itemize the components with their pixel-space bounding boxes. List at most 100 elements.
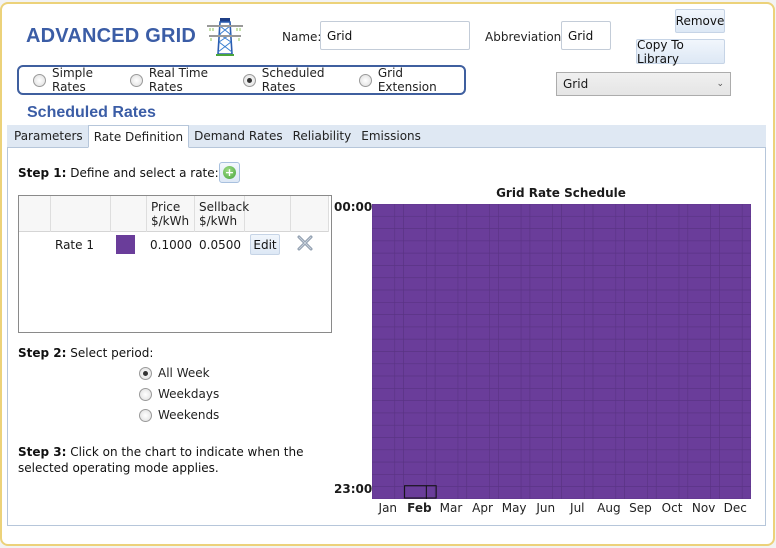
schedule-cell[interactable]: [498, 400, 531, 414]
schedule-cell[interactable]: [466, 461, 499, 475]
schedule-cell[interactable]: [403, 240, 436, 254]
schedule-cell[interactable]: [655, 363, 689, 377]
month-label-feb[interactable]: Feb: [407, 501, 431, 515]
schedule-cell[interactable]: [372, 240, 404, 254]
schedule-cell[interactable]: [529, 412, 562, 426]
schedule-cell[interactable]: [434, 412, 468, 426]
schedule-cell[interactable]: [561, 461, 594, 475]
schedule-cell[interactable]: [403, 449, 436, 463]
schedule-cell[interactable]: [687, 302, 720, 315]
name-input[interactable]: Grid: [320, 21, 470, 50]
schedule-cell[interactable]: [434, 314, 468, 328]
month-label-jan[interactable]: Jan: [379, 501, 398, 515]
tab-emissions[interactable]: Emissions: [356, 125, 426, 147]
schedule-cell[interactable]: [719, 375, 751, 389]
schedule-cell[interactable]: [403, 252, 436, 266]
schedule-cell[interactable]: [434, 265, 468, 279]
month-label-oct[interactable]: Oct: [662, 501, 683, 515]
schedule-cell[interactable]: [561, 252, 594, 266]
schedule-cell[interactable]: [719, 412, 751, 426]
schedule-cell[interactable]: [592, 289, 625, 303]
schedule-cell[interactable]: [655, 265, 689, 279]
schedule-cell[interactable]: [498, 375, 531, 389]
schedule-cell[interactable]: [372, 375, 404, 389]
schedule-cell[interactable]: [687, 289, 720, 303]
delete-icon[interactable]: [297, 235, 313, 251]
schedule-cell[interactable]: [434, 363, 468, 377]
schedule-cell[interactable]: [561, 314, 594, 328]
radio-simple-rates[interactable]: Simple Rates: [33, 66, 119, 94]
rate-schedule-heatmap[interactable]: [372, 204, 751, 499]
schedule-cell[interactable]: [529, 302, 562, 315]
month-label-sep[interactable]: Sep: [629, 501, 652, 515]
schedule-cell[interactable]: [372, 412, 404, 426]
schedule-cell[interactable]: [624, 228, 657, 242]
schedule-cell[interactable]: [529, 326, 562, 340]
schedule-cell[interactable]: [529, 351, 562, 365]
schedule-cell[interactable]: [372, 388, 404, 401]
schedule-cell[interactable]: [592, 351, 625, 365]
schedule-cell[interactable]: [561, 277, 594, 291]
schedule-cell[interactable]: [655, 351, 689, 365]
schedule-cell[interactable]: [655, 204, 689, 217]
month-label-apr[interactable]: Apr: [472, 501, 493, 515]
schedule-cell[interactable]: [624, 437, 657, 451]
schedule-cell[interactable]: [498, 412, 531, 426]
schedule-cell[interactable]: [529, 338, 562, 352]
schedule-cell[interactable]: [466, 486, 499, 499]
schedule-cell[interactable]: [624, 215, 657, 229]
schedule-cell[interactable]: [687, 412, 720, 426]
schedule-cell[interactable]: [498, 486, 531, 499]
schedule-cell[interactable]: [434, 375, 468, 389]
schedule-cell[interactable]: [592, 388, 625, 401]
schedule-cell[interactable]: [466, 437, 499, 451]
schedule-cell[interactable]: [466, 474, 499, 488]
schedule-cell[interactable]: [529, 252, 562, 266]
schedule-cell[interactable]: [561, 412, 594, 426]
schedule-cell[interactable]: [466, 424, 499, 438]
schedule-cell[interactable]: [561, 388, 594, 401]
schedule-cell[interactable]: [561, 486, 594, 499]
schedule-cell[interactable]: [719, 204, 751, 217]
schedule-cell[interactable]: [403, 302, 436, 315]
tab-demand-rates[interactable]: Demand Rates: [189, 125, 287, 147]
schedule-cell[interactable]: [655, 375, 689, 389]
schedule-cell[interactable]: [372, 277, 404, 291]
schedule-cell[interactable]: [434, 302, 468, 315]
schedule-cell[interactable]: [434, 277, 468, 291]
schedule-cell[interactable]: [719, 265, 751, 279]
schedule-cell[interactable]: [403, 486, 436, 499]
schedule-cell[interactable]: [624, 252, 657, 266]
schedule-cell[interactable]: [719, 449, 751, 463]
schedule-cell[interactable]: [687, 265, 720, 279]
schedule-cell[interactable]: [687, 363, 720, 377]
schedule-cell[interactable]: [434, 289, 468, 303]
schedule-cell[interactable]: [655, 314, 689, 328]
schedule-cell[interactable]: [498, 204, 531, 217]
schedule-cell[interactable]: [561, 424, 594, 438]
schedule-cell[interactable]: [687, 326, 720, 340]
schedule-cell[interactable]: [529, 228, 562, 242]
schedule-cell[interactable]: [592, 204, 625, 217]
table-row[interactable]: Rate 1 0.1000 0.0500 Edit: [19, 233, 329, 257]
schedule-cell[interactable]: [372, 351, 404, 365]
schedule-cell[interactable]: [624, 375, 657, 389]
schedule-cell[interactable]: [687, 486, 720, 499]
schedule-cell[interactable]: [498, 424, 531, 438]
month-label-nov[interactable]: Nov: [692, 501, 715, 515]
schedule-cell[interactable]: [719, 424, 751, 438]
schedule-cell[interactable]: [403, 228, 436, 242]
schedule-cell[interactable]: [466, 252, 499, 266]
schedule-cell[interactable]: [687, 437, 720, 451]
schedule-cell[interactable]: [687, 204, 720, 217]
schedule-cell[interactable]: [687, 277, 720, 291]
radio-scheduled-rates[interactable]: Scheduled Rates: [242, 66, 348, 94]
schedule-cell[interactable]: [719, 351, 751, 365]
rate-color-swatch[interactable]: [116, 235, 135, 254]
library-select[interactable]: Grid ⌄: [556, 72, 731, 96]
schedule-cell[interactable]: [687, 474, 720, 488]
schedule-cell[interactable]: [561, 302, 594, 315]
remove-button[interactable]: Remove: [675, 9, 725, 33]
schedule-cell[interactable]: [624, 204, 657, 217]
schedule-cell[interactable]: [561, 228, 594, 242]
